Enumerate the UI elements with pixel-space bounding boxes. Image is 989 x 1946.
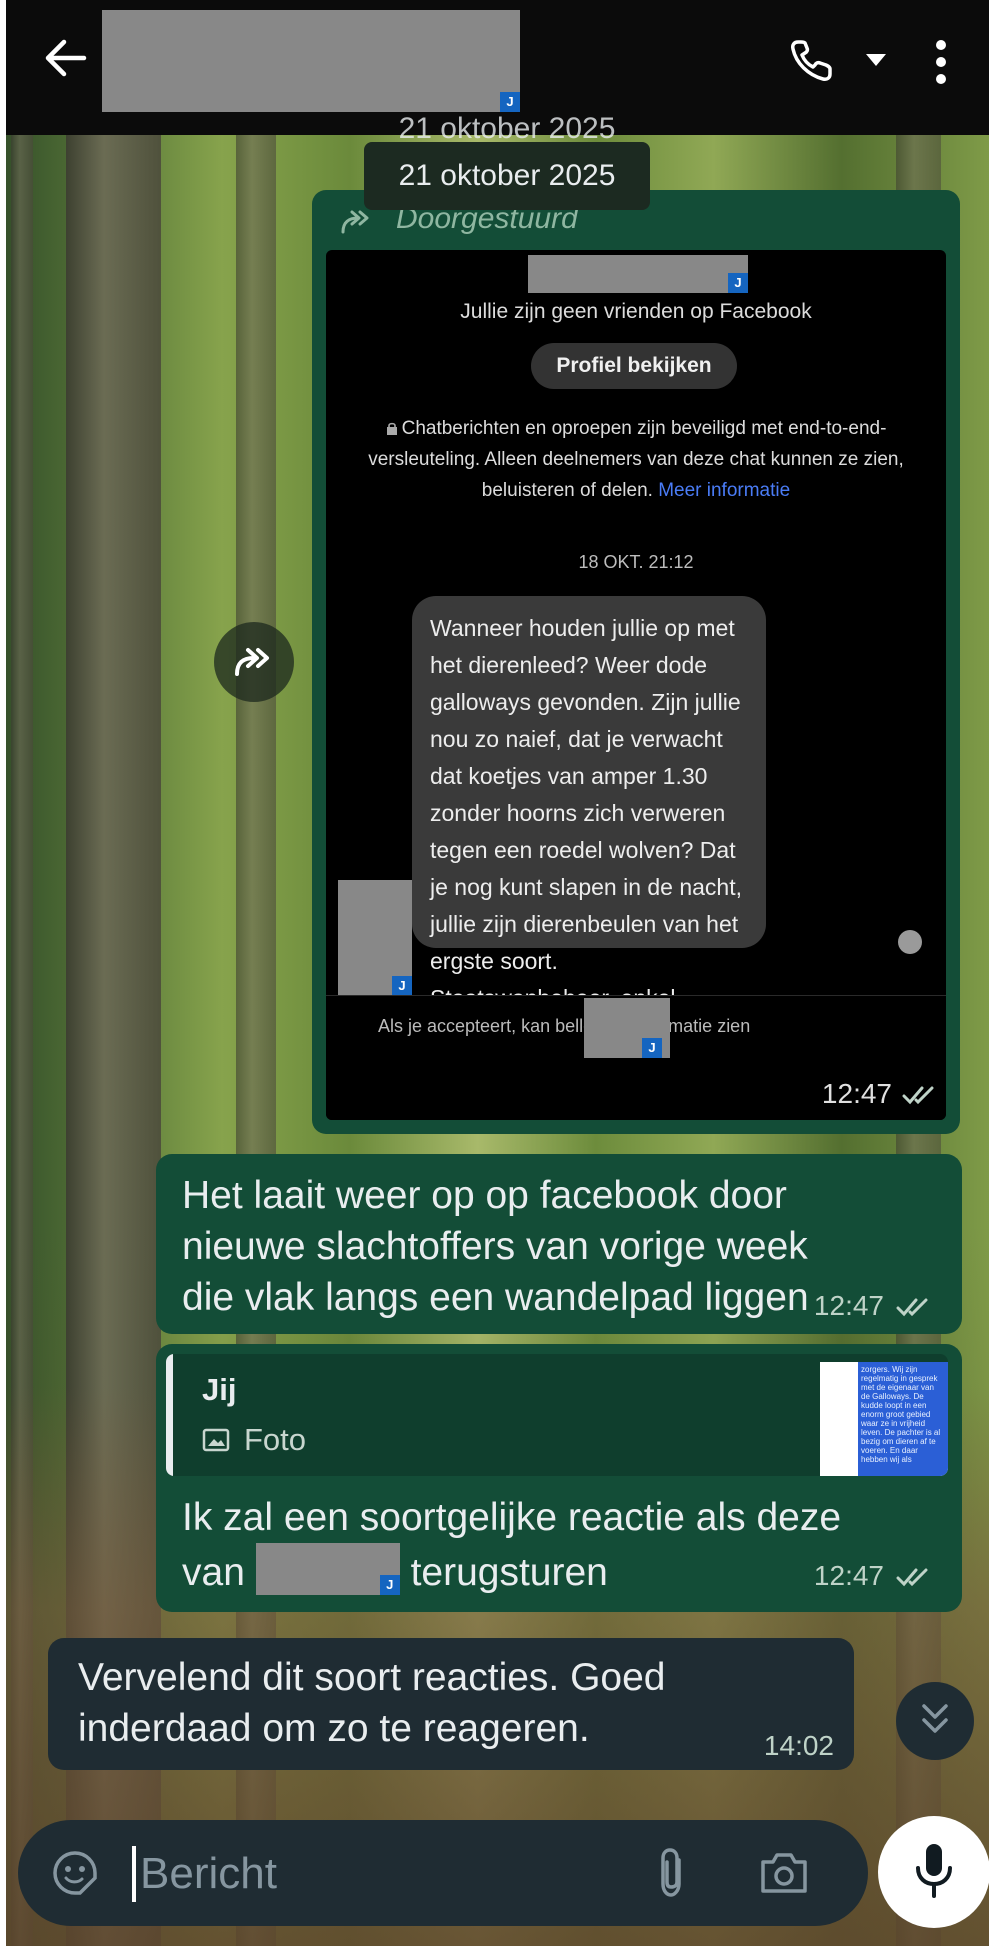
quoted-reply[interactable]: Jij Foto zorgers. Wij zijn regelmatig in… xyxy=(166,1354,948,1476)
photo-icon xyxy=(202,1428,230,1452)
screenshot-timestamp: 18 OKT. 21:12 xyxy=(578,552,694,572)
redaction-badge: J xyxy=(642,1038,662,1058)
message-time: 12:47 xyxy=(813,1290,884,1321)
screenshot-avatar-redacted: J xyxy=(338,880,412,996)
lock-icon xyxy=(386,422,397,435)
incoming-message-bubble[interactable]: Vervelend dit soort reacties. Goed inder… xyxy=(48,1638,854,1770)
scroll-down-icon xyxy=(922,1704,948,1733)
redaction-badge: J xyxy=(500,92,520,112)
screenshot-message-bubble: Wanneer houden jullie op met het dierenl… xyxy=(412,596,766,1048)
screenshot-more-info-link: Meer informatie xyxy=(658,480,791,501)
message-text: Het laait weer op op facebook door nieuw… xyxy=(182,1174,809,1319)
message-text: Vervelend dit soort reacties. Goed inder… xyxy=(78,1656,666,1750)
screenshot-view-profile-button: Profiel bekijken xyxy=(531,343,737,389)
date-chip: 21 oktober 2025 xyxy=(364,142,650,210)
back-arrow-icon[interactable] xyxy=(44,36,88,80)
screenshot-e2e-text: Chatberichten en oproepen zijn beveiligd… xyxy=(368,418,904,501)
voice-record-button[interactable] xyxy=(878,1816,989,1928)
quoted-photo-text: zorgers. Wij zijn regelmatig in gesprek … xyxy=(858,1362,948,1476)
message-time: 12:47 xyxy=(813,1560,884,1591)
screenshot-e2e-notice: Chatberichten en oproepen zijn beveiligd… xyxy=(366,413,906,506)
quoted-photo-thumbnail: zorgers. Wij zijn regelmatig in gesprek … xyxy=(820,1362,948,1476)
double-check-icon xyxy=(896,1298,928,1317)
outgoing-message-bubble[interactable]: Het laait weer op op facebook door nieuw… xyxy=(156,1154,962,1334)
redaction-badge: J xyxy=(392,976,412,996)
screenshot-contact-redacted: J xyxy=(528,255,748,293)
message-composer xyxy=(18,1820,868,1926)
sticker-icon[interactable] xyxy=(52,1850,98,1896)
call-icon[interactable] xyxy=(788,36,836,84)
name-redacted: J xyxy=(255,1543,400,1595)
attach-icon[interactable] xyxy=(654,1846,688,1900)
outgoing-reply-message-bubble[interactable]: Jij Foto zorgers. Wij zijn regelmatig in… xyxy=(156,1344,962,1612)
quoted-reply-bar xyxy=(166,1354,173,1476)
date-chip-previous: 21 oktober 2025 xyxy=(398,112,616,142)
forward-shortcut-button[interactable] xyxy=(214,622,294,702)
quoted-reply-type: Foto xyxy=(244,1422,307,1457)
text-caret xyxy=(132,1846,136,1902)
forwarded-message-bubble[interactable]: Doorgestuurd J Jullie zijn geen vrienden… xyxy=(312,190,960,1134)
more-vert-icon[interactable] xyxy=(934,38,948,86)
double-check-icon xyxy=(896,1568,928,1587)
message-text: Ik zal een soortgelijke reactie als deze… xyxy=(182,1492,902,1598)
chevron-down-icon[interactable] xyxy=(864,52,888,68)
screenshot-bottom-text: Als je accepteert, kan bellen en informa… xyxy=(378,1016,751,1036)
scroll-to-bottom-button[interactable] xyxy=(896,1682,974,1760)
message-time: 12:47 xyxy=(821,1078,892,1109)
message-input[interactable] xyxy=(138,1840,642,1908)
quoted-reply-author: Jij xyxy=(202,1372,237,1407)
forwarded-screenshot[interactable]: J Jullie zijn geen vrienden op Facebook … xyxy=(326,250,946,1120)
redaction-badge: J xyxy=(728,273,748,293)
screenshot-not-friends-text: Jullie zijn geen vrienden op Facebook xyxy=(460,300,812,323)
screenshot-seen-avatar xyxy=(898,930,922,954)
camera-icon[interactable] xyxy=(758,1848,810,1896)
contact-name-redacted[interactable]: J xyxy=(102,10,520,112)
redaction-badge: J xyxy=(379,1575,400,1595)
message-text-after: terugsturen xyxy=(410,1551,608,1594)
screenshot-bottom-redacted: J xyxy=(584,998,670,1058)
double-check-icon xyxy=(902,1086,934,1105)
chat-screen: J 21 oktober 2025 Doorgestuurd J Jullie … xyxy=(6,0,989,1946)
forward-icon xyxy=(235,648,269,676)
forward-icon xyxy=(341,210,369,234)
message-time: 14:02 xyxy=(763,1730,834,1761)
mic-icon xyxy=(916,1844,952,1898)
